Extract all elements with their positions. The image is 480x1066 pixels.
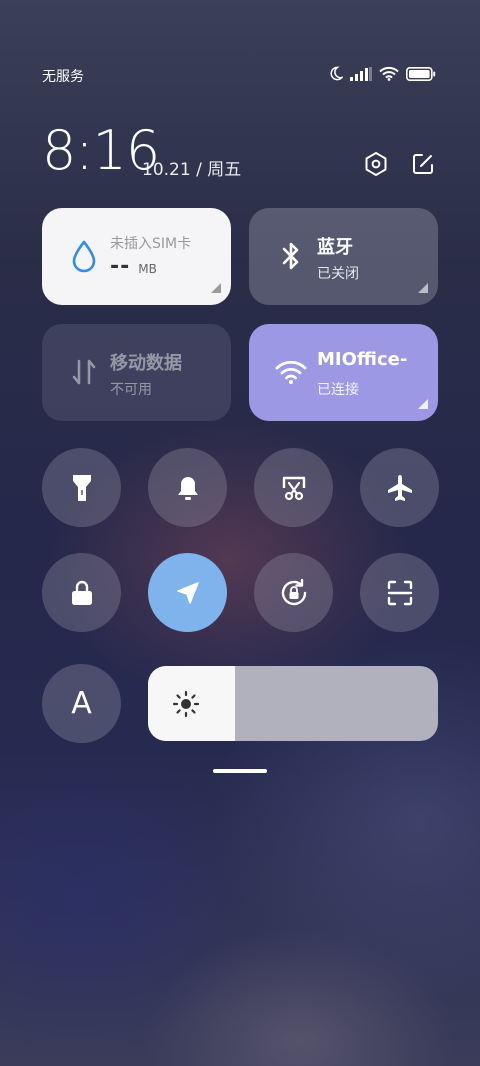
sun-icon [172, 690, 200, 722]
data-usage-value: -- [110, 254, 131, 279]
location-icon [176, 581, 199, 604]
auto-brightness-label: A [71, 686, 92, 721]
mobile-data-arrows-icon [66, 354, 102, 390]
bell-icon [177, 476, 198, 500]
moon-icon [330, 66, 343, 81]
flashlight-icon [72, 474, 91, 501]
clock-date: 10.21 / 周五 [142, 160, 242, 180]
auto-brightness-button[interactable]: A [42, 664, 121, 743]
location-toggle[interactable] [148, 553, 227, 632]
screenshot-toggle[interactable] [254, 448, 333, 527]
sim-status-label: 未插入SIM卡 [110, 236, 192, 252]
expand-corner-icon [418, 283, 428, 293]
expand-corner-icon [418, 399, 428, 409]
flashlight-toggle[interactable] [42, 448, 121, 527]
rotation-lock-icon [281, 578, 306, 605]
airplane-toggle[interactable] [360, 448, 439, 527]
hexagon-settings-icon[interactable] [362, 150, 390, 178]
mobile-data-title: 移动数据 [110, 353, 182, 374]
rotation-lock-toggle[interactable] [254, 553, 333, 632]
signal-icon [350, 66, 372, 81]
wifi-status: 已连接 [317, 382, 359, 398]
brightness-slider[interactable] [148, 666, 438, 741]
edit-icon[interactable] [409, 150, 437, 178]
mobile-data-tile[interactable]: 移动数据 不可用 [42, 324, 231, 421]
bluetooth-title: 蓝牙 [317, 237, 353, 258]
wifi-tile[interactable]: MIOffice- 已连接 [249, 324, 438, 421]
status-icons [328, 66, 436, 81]
scan-toggle[interactable] [360, 553, 439, 632]
carrier-status: 无服务 [42, 69, 84, 85]
bluetooth-status: 已关闭 [317, 266, 359, 282]
silent-toggle[interactable] [148, 448, 227, 527]
airplane-icon [387, 474, 412, 501]
wifi-icon [379, 66, 399, 81]
wifi-icon [273, 354, 309, 390]
mobile-data-status: 不可用 [110, 382, 152, 398]
panel-drag-handle[interactable] [213, 769, 267, 773]
lock-icon [71, 580, 92, 605]
bluetooth-tile[interactable]: 蓝牙 已关闭 [249, 208, 438, 305]
scan-icon [387, 580, 412, 605]
data-usage-tile[interactable]: 未插入SIM卡 -- MB [42, 208, 231, 305]
expand-corner-icon [211, 283, 221, 293]
data-usage-unit: MB [138, 262, 157, 276]
lock-screen-toggle[interactable] [42, 553, 121, 632]
water-drop-icon [66, 238, 102, 274]
battery-icon [406, 66, 436, 81]
screenshot-icon [282, 476, 305, 500]
bluetooth-icon [273, 238, 309, 274]
wifi-network-name: MIOffice- [317, 349, 408, 370]
